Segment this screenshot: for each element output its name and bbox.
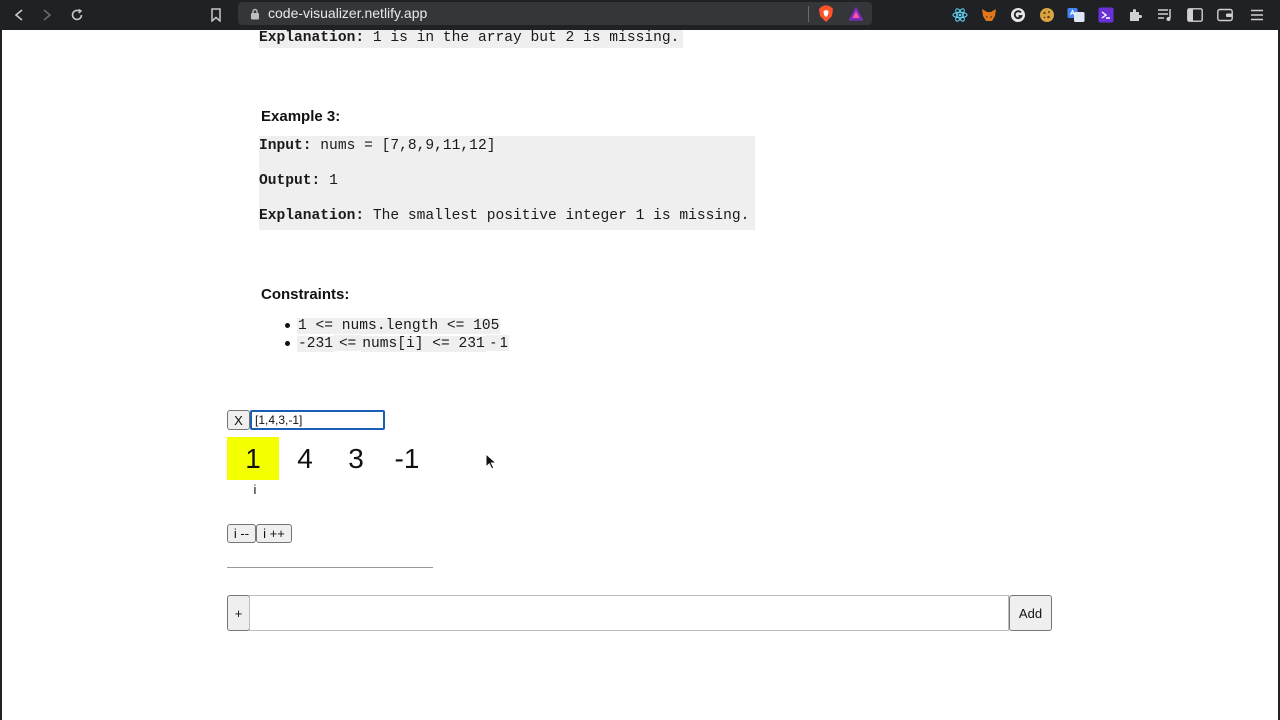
example3-explanation-line: Explanation: The smallest positive integ…: [259, 208, 749, 224]
sidebar-icon: [1187, 8, 1203, 22]
brave-rewards-icon[interactable]: [848, 6, 864, 21]
example2-block: Explanation: 1 is in the array but 2 is …: [259, 30, 683, 48]
reload-button[interactable]: [65, 3, 89, 27]
array-cell: 1: [227, 437, 279, 480]
divider: [227, 567, 433, 568]
g-circle-icon: [1011, 8, 1025, 22]
constraint-item: -231 <= nums[i] <= 231 - 1: [285, 335, 509, 353]
extension-translate[interactable]: [1067, 6, 1085, 24]
url-text: code-visualizer.netlify.app: [268, 5, 428, 21]
constraints-heading: Constraints:: [261, 286, 350, 303]
example3-output-label: Output:: [259, 173, 321, 189]
array-input[interactable]: [250, 410, 385, 430]
array-cell: 4: [297, 442, 313, 474]
constraint-suffix: - 1: [485, 335, 509, 351]
forward-arrow-icon: [43, 9, 52, 21]
fox-icon: [982, 9, 996, 21]
reload-icon: [71, 8, 83, 21]
react-icon: [952, 8, 968, 22]
example2-explanation-label: Explanation:: [259, 30, 365, 46]
translate-icon: [1067, 8, 1085, 22]
extensions-button[interactable]: [1127, 6, 1145, 24]
browser-toolbar: code-visualizer.netlify.app: [0, 0, 1280, 30]
clear-button[interactable]: X: [227, 410, 250, 430]
vs-icon: [1098, 7, 1114, 23]
sidebar-button[interactable]: [1186, 6, 1204, 24]
lock-icon: [251, 8, 259, 20]
example3-explanation-label: Explanation:: [259, 208, 365, 224]
decrement-index-button[interactable]: i --: [227, 524, 256, 543]
add-input[interactable]: [249, 595, 1009, 631]
plus-button[interactable]: +: [227, 595, 250, 631]
array-cell: 3: [348, 442, 364, 474]
example3-input-text: nums = [7,8,9,11,12]: [311, 138, 496, 154]
bookmark-button[interactable]: [204, 3, 228, 27]
playlist-icon: [1158, 9, 1171, 21]
menu-button[interactable]: [1248, 6, 1266, 24]
address-bar[interactable]: code-visualizer.netlify.app: [238, 2, 872, 25]
wallet-icon: [1217, 8, 1233, 22]
example2-explanation-line: Explanation: 1 is in the array but 2 is …: [259, 30, 679, 46]
example3-output-line: Output: 1: [259, 173, 338, 189]
constraints-list: 1 <= nums.length <= 105 -231 <= nums[i] …: [285, 317, 509, 353]
constraint-code: nums[i] <= 231: [361, 336, 486, 352]
mouse-cursor-icon: [485, 453, 497, 470]
example3-heading: Example 3:: [261, 108, 341, 125]
bookmark-icon: [211, 8, 221, 22]
extension-react-devtools[interactable]: [951, 6, 969, 24]
example3-block: Input: nums = [7,8,9,11,12] Output: 1 Ex…: [259, 136, 755, 230]
constraint-code: -231: [297, 336, 335, 352]
increment-index-button[interactable]: i ++: [256, 524, 292, 543]
example3-output-text: 1: [320, 173, 338, 189]
index-pointer: i: [253, 482, 257, 497]
extension-cookie[interactable]: [1038, 6, 1056, 24]
extension-grammar[interactable]: [1009, 6, 1027, 24]
hamburger-menu-icon: [1251, 9, 1263, 21]
puzzle-piece-icon: [1130, 9, 1142, 21]
cookie-icon: [1040, 8, 1054, 22]
back-arrow-icon: [14, 9, 23, 21]
page-content: Explanation: 1 is in the array but 2 is …: [0, 30, 1280, 720]
forward-button[interactable]: [35, 3, 59, 27]
constraint-item: 1 <= nums.length <= 105: [285, 317, 509, 335]
constraint-code: 1 <= nums.length <= 105: [297, 318, 501, 334]
address-bar-divider: [808, 6, 809, 22]
constraint-operator: <=: [334, 335, 362, 351]
add-button[interactable]: Add: [1009, 595, 1052, 631]
wallet-button[interactable]: [1216, 6, 1234, 24]
example3-explanation-text: The smallest positive integer 1 is missi…: [364, 208, 750, 224]
extension-visualstudio[interactable]: [1097, 6, 1115, 24]
brave-shield-icon[interactable]: [818, 5, 834, 23]
back-button[interactable]: [7, 3, 31, 27]
example2-explanation-text: 1 is in the array but 2 is missing.: [364, 30, 680, 46]
example3-input-label: Input:: [259, 138, 312, 154]
example3-input-line: Input: nums = [7,8,9,11,12]: [259, 138, 495, 154]
reading-list-button[interactable]: [1156, 6, 1174, 24]
array-cell: -1: [394, 442, 420, 474]
extension-metamask[interactable]: [980, 6, 998, 24]
